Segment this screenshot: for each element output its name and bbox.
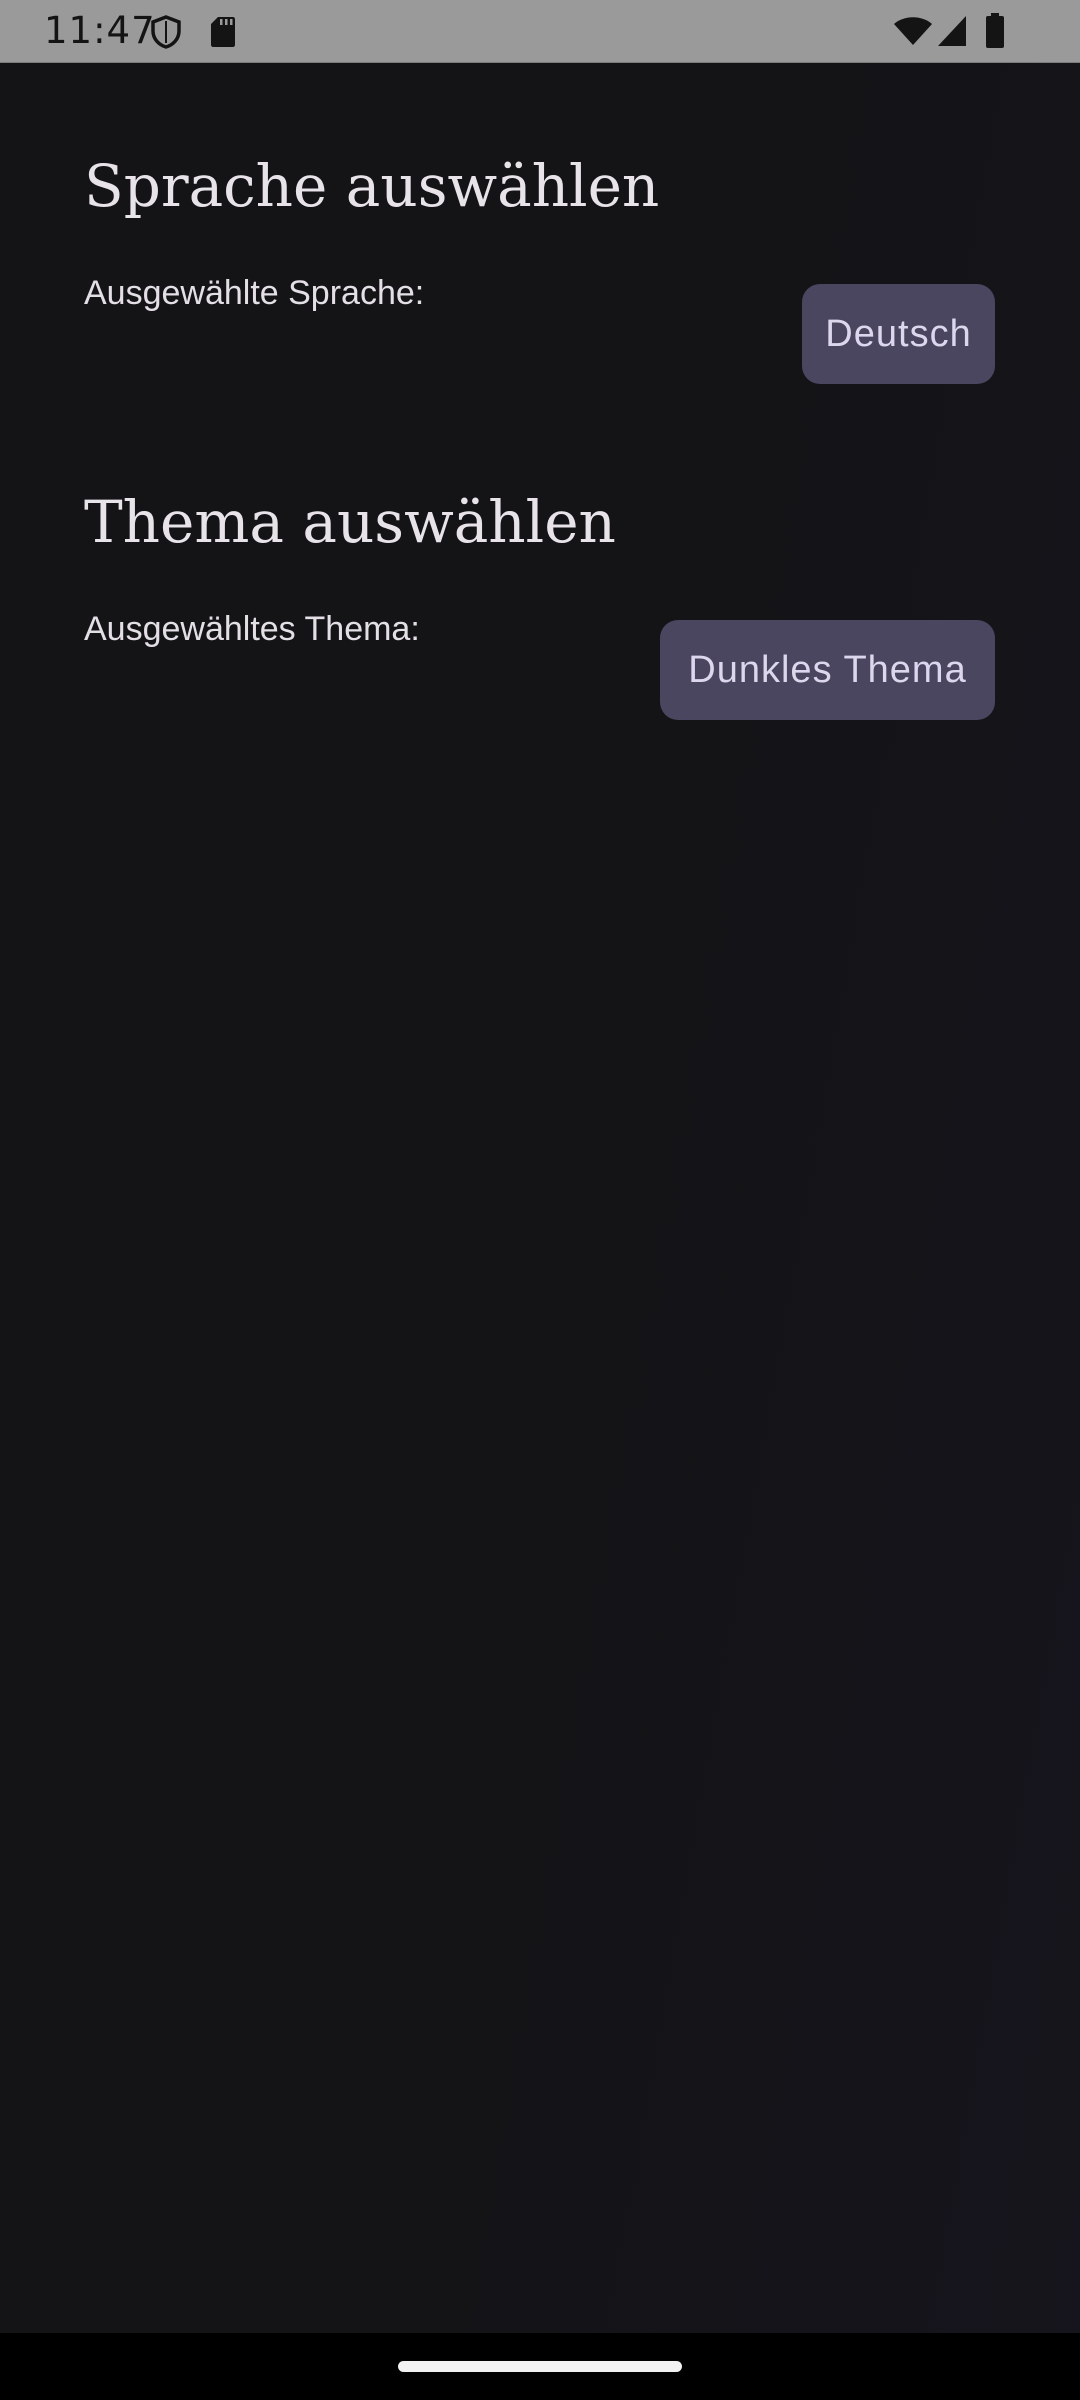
wifi-icon bbox=[894, 17, 932, 45]
status-bar: 11:47 bbox=[0, 0, 1080, 63]
theme-section-title: Thema auswählen bbox=[84, 488, 616, 556]
language-section-title: Sprache auswählen bbox=[84, 152, 660, 220]
selected-language-label: Ausgewählte Sprache: bbox=[84, 274, 425, 312]
language-select-button[interactable]: Deutsch bbox=[802, 284, 995, 384]
theme-select-button[interactable]: Dunkles Thema bbox=[660, 620, 995, 720]
navigation-bar bbox=[0, 2333, 1080, 2400]
sd-card-icon bbox=[211, 17, 235, 47]
battery-icon bbox=[986, 13, 1004, 48]
status-time: 11:47 bbox=[44, 9, 156, 52]
signal-icon bbox=[938, 16, 966, 46]
selected-theme-label: Ausgewähltes Thema: bbox=[84, 610, 420, 648]
home-gesture-handle[interactable] bbox=[398, 2361, 682, 2372]
shield-icon bbox=[151, 15, 181, 49]
settings-screen: 11:47 Sprache auswählen Ausgewählte Spra… bbox=[0, 0, 1080, 2400]
